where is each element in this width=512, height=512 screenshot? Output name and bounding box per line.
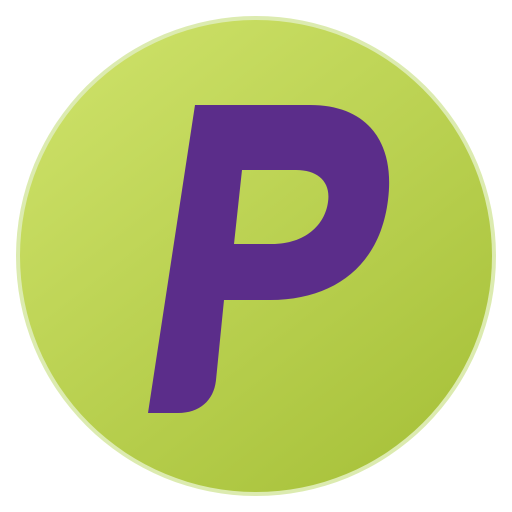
app-icon-canvas — [0, 0, 512, 512]
p-logo-icon — [16, 16, 496, 496]
